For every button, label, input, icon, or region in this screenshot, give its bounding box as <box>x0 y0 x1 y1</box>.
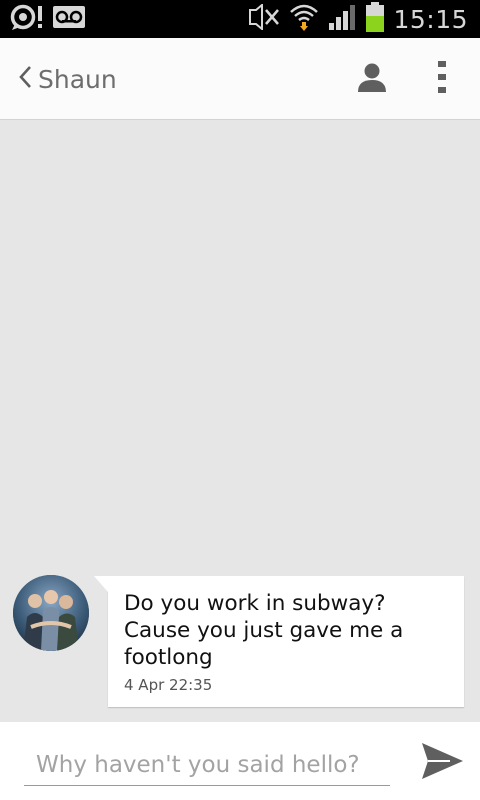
message-text: Do you work in subway? Cause you just ga… <box>124 591 404 670</box>
wifi-icon <box>289 3 319 35</box>
back-chevron-icon <box>18 65 32 93</box>
conversation-area[interactable]: Do you work in subway? Cause you just ga… <box>0 121 480 722</box>
status-bar-right: 15:15 <box>247 2 468 36</box>
message-input[interactable] <box>24 744 390 786</box>
contact-person-icon <box>357 62 387 96</box>
status-time: 15:15 <box>393 4 468 34</box>
overflow-menu-icon <box>438 61 446 97</box>
notification-icon <box>10 3 46 35</box>
back-button[interactable]: Shaun <box>18 58 117 100</box>
overflow-menu-button[interactable] <box>424 58 460 100</box>
message-bubble[interactable]: Do you work in subway? Cause you just ga… <box>94 576 464 707</box>
contact-avatar[interactable] <box>13 575 89 651</box>
compose-bar <box>0 722 480 800</box>
message-timestamp: 4 Apr 22:35 <box>124 676 213 694</box>
signal-icon <box>327 3 357 35</box>
action-bar: Shaun <box>0 38 480 120</box>
contact-button[interactable] <box>352 58 392 100</box>
send-button[interactable] <box>418 740 466 786</box>
status-bar: 15:15 <box>0 0 480 38</box>
battery-icon <box>365 2 385 36</box>
voicemail-icon <box>52 5 86 33</box>
contact-name: Shaun <box>38 64 117 94</box>
bubble-tail <box>94 576 108 592</box>
status-bar-left <box>10 3 86 35</box>
send-icon <box>420 741 464 785</box>
mute-icon <box>247 2 281 34</box>
